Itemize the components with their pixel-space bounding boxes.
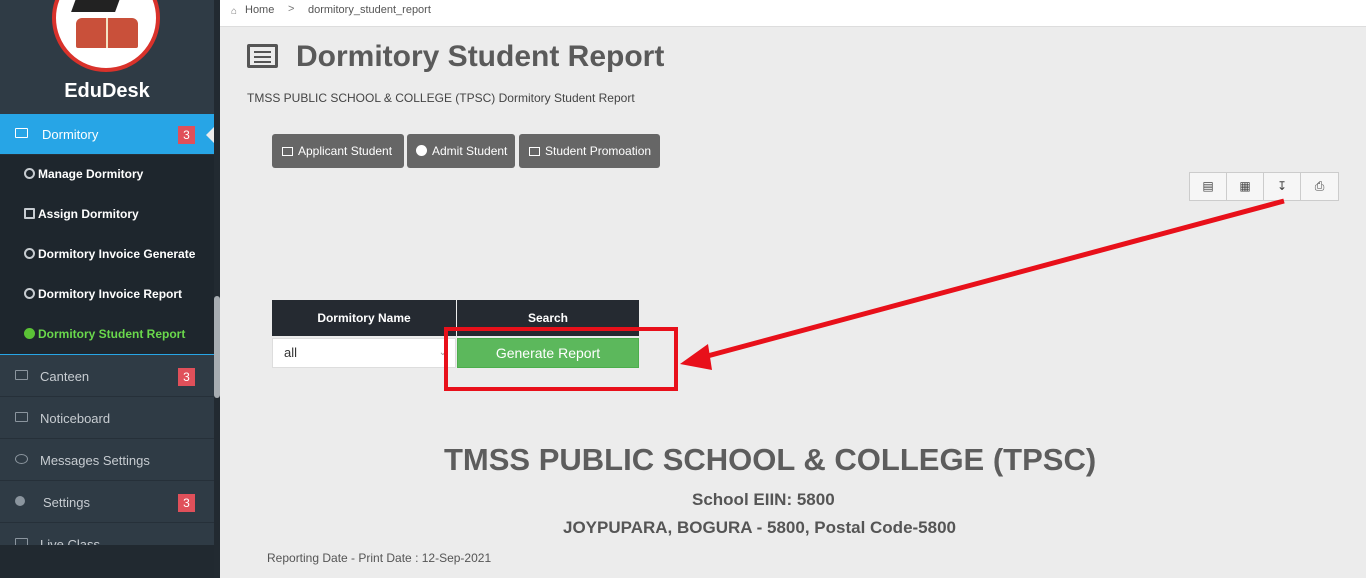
sidebar-item-label: Messages Settings	[40, 453, 150, 468]
student-promotion-button[interactable]: Student Promoation	[519, 134, 660, 168]
sidebar-item-label: Settings	[43, 495, 90, 510]
life-ring-icon	[24, 168, 35, 179]
window-icon	[15, 412, 28, 422]
print-icon[interactable]: ⎙	[1301, 173, 1338, 200]
submenu-item-label: Manage Dormitory	[38, 167, 144, 181]
submenu-item-invoice-report[interactable]: Dormitory Invoice Report	[24, 287, 182, 301]
sidebar: EduDesk Dormitory 3 Manage Dormitory Ass…	[0, 0, 220, 578]
dormitory-name-header: Dormitory Name	[272, 300, 456, 336]
submenu-item-label: Dormitory Invoice Generate	[38, 247, 196, 261]
chevron-right-icon: >	[288, 3, 295, 15]
count-badge: 3	[178, 126, 195, 144]
submenu-item-invoice-generate[interactable]: Dormitory Invoice Generate	[24, 247, 195, 261]
breadcrumb-current: dormitory_student_report	[308, 4, 431, 16]
sidebar-item-dormitory[interactable]: Dormitory 3	[0, 114, 214, 155]
info-icon	[15, 496, 25, 506]
page-title: Dormitory Student Report	[296, 40, 665, 73]
submenu-item-assign-dormitory[interactable]: Assign Dormitory	[24, 207, 139, 221]
graduation-cap-icon	[71, 0, 121, 12]
pdf-icon[interactable]: ▤	[1190, 173, 1227, 200]
arrow-shaft	[699, 198, 1285, 361]
scrollbar-thumb[interactable]	[214, 296, 220, 398]
id-card-icon	[15, 370, 28, 380]
highlight-box	[444, 327, 678, 391]
list-icon	[282, 147, 293, 156]
count-badge: 3	[178, 368, 195, 386]
check-square-icon	[24, 208, 35, 219]
submenu-item-label: Assign Dormitory	[38, 207, 139, 221]
sidebar-footer	[0, 545, 214, 578]
book-icon	[76, 18, 138, 48]
dormitory-select[interactable]: all ⌄	[272, 338, 456, 368]
submenu-item-student-report[interactable]: Dormitory Student Report	[24, 327, 185, 341]
id-card-icon	[15, 128, 28, 138]
submenu-item-manage-dormitory[interactable]: Manage Dormitory	[24, 167, 143, 181]
sidebar-item-canteen[interactable]: Canteen 3	[0, 356, 214, 397]
sidebar-scrollbar[interactable]	[214, 0, 220, 578]
breadcrumb: ⌂ Home > dormitory_student_report	[220, 0, 1366, 27]
school-logo	[52, 0, 160, 72]
download-icon[interactable]: ↧	[1264, 173, 1301, 200]
count-badge: 3	[178, 494, 195, 512]
button-label: Applicant Student	[298, 144, 393, 158]
comments-icon	[15, 454, 28, 464]
submenu-item-label: Dormitory Invoice Report	[38, 287, 183, 301]
page-subtitle: TMSS PUBLIC SCHOOL & COLLEGE (TPSC) Dorm…	[247, 91, 635, 105]
submenu-item-label: Dormitory Student Report	[38, 327, 186, 341]
dormitory-submenu: Manage Dormitory Assign Dormitory Dormit…	[0, 155, 214, 355]
excel-icon[interactable]: ▦	[1227, 173, 1264, 200]
breadcrumb-home-link[interactable]: Home	[245, 4, 274, 16]
school-name: TMSS PUBLIC SCHOOL & COLLEGE (TPSC)	[444, 442, 1097, 477]
sidebar-item-label: Canteen	[40, 369, 90, 384]
button-label: Admit Student	[432, 144, 508, 158]
sidebar-item-label: Noticeboard	[40, 411, 111, 426]
applicant-student-button[interactable]: Applicant Student	[272, 134, 404, 168]
dormitory-select-value: all	[284, 345, 298, 360]
report-date: Reporting Date - Print Date : 12-Sep-202…	[267, 551, 492, 565]
active-dot-icon	[24, 328, 35, 339]
admit-student-button[interactable]: Admit Student	[407, 134, 515, 168]
export-toolbar: ▤ ▦ ↧ ⎙	[1189, 172, 1339, 201]
button-label: Student Promoation	[545, 144, 652, 158]
recycle-icon	[24, 248, 35, 259]
school-eiin: School EIIN: 5800	[692, 490, 835, 509]
sidebar-item-noticeboard[interactable]: Noticeboard	[0, 398, 214, 439]
recycle-icon	[24, 288, 35, 299]
list-alt-icon	[247, 44, 278, 68]
list-icon	[529, 147, 540, 156]
sidebar-item-messages-settings[interactable]: Messages Settings	[0, 440, 214, 481]
brand-name: EduDesk	[64, 80, 150, 102]
home-icon: ⌂	[231, 6, 238, 17]
sidebar-item-label: Dormitory	[42, 127, 99, 142]
school-address: JOYPUPARA, BOGURA - 5800, Postal Code-58…	[563, 518, 957, 537]
arrow-head	[680, 344, 712, 370]
plus-circle-icon	[416, 145, 427, 156]
sidebar-item-settings[interactable]: Settings 3	[0, 482, 214, 523]
